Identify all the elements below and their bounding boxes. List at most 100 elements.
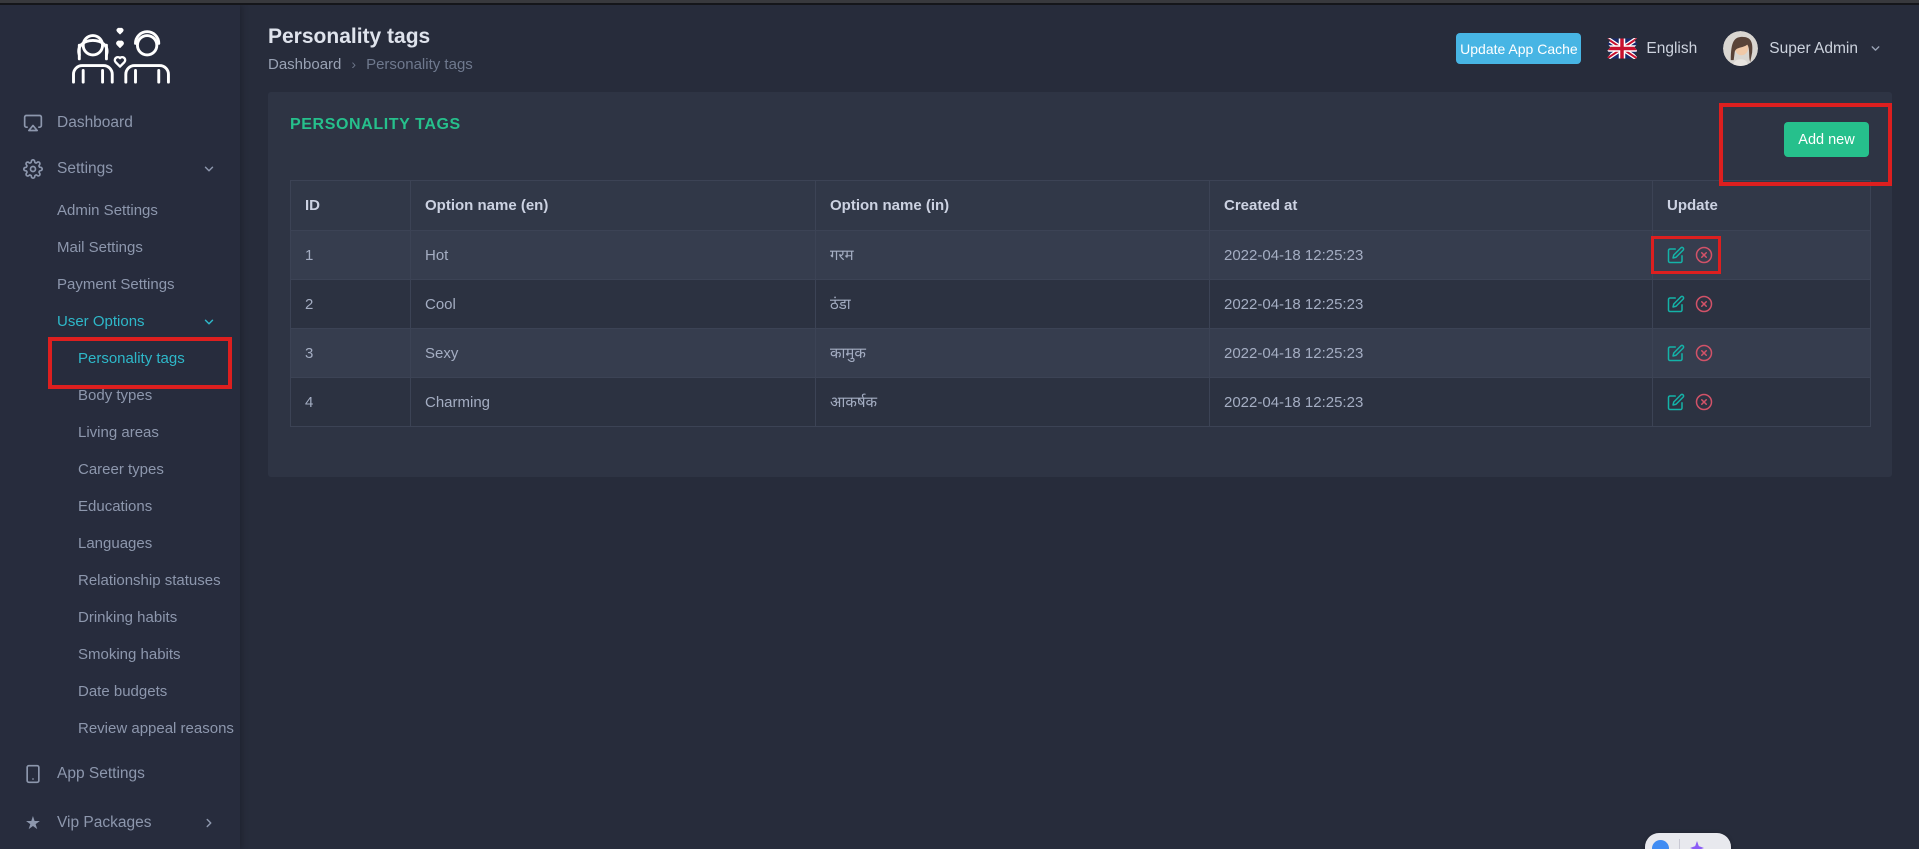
sidebar-item-smoking-habits[interactable]: Smoking habits (0, 636, 240, 673)
sidebar-item-payment-settings[interactable]: Payment Settings (0, 266, 240, 303)
cell-option-en: Cool (411, 280, 816, 329)
couple-logo-icon (61, 22, 179, 84)
airplay-icon (23, 113, 43, 133)
main-area: Personality tags Dashboard › Personality… (240, 5, 1919, 849)
user-name: Super Admin (1769, 40, 1858, 58)
cell-created-at: 2022-04-18 12:25:23 (1210, 378, 1653, 427)
chevron-down-icon (202, 315, 216, 329)
chevron-down-icon (1869, 42, 1882, 55)
sidebar-item-career-types[interactable]: Career types (0, 451, 240, 488)
column-header-update: Update (1653, 181, 1871, 231)
avatar (1723, 31, 1758, 66)
sidebar-item-label: Body types (78, 387, 152, 404)
sidebar-item-label: Personality tags (78, 350, 185, 367)
sidebar-item-drinking-habits[interactable]: Drinking habits (0, 599, 240, 636)
edit-icon[interactable] (1667, 246, 1685, 264)
app-logo[interactable] (0, 5, 240, 100)
breadcrumb: Dashboard › Personality tags (268, 56, 473, 73)
cell-option-en: Charming (411, 378, 816, 427)
sidebar-item-settings[interactable]: Settings (0, 146, 240, 192)
cell-created-at: 2022-04-18 12:25:23 (1210, 231, 1653, 280)
sidebar-item-review-appeal-reasons[interactable]: Review appeal reasons (0, 710, 240, 747)
sidebar-item-mail-settings[interactable]: Mail Settings (0, 229, 240, 266)
table-row: 3 Sexy कामुक 2022-04-18 12:25:23 (291, 329, 1871, 378)
delete-icon[interactable] (1695, 393, 1713, 411)
sidebar-item-personality-tags[interactable]: Personality tags (0, 340, 240, 377)
edit-icon[interactable] (1667, 295, 1685, 313)
sidebar-item-dashboard[interactable]: Dashboard (0, 100, 240, 146)
sidebar-item-label: Vip Packages (57, 814, 152, 832)
sidebar-item-label: Dashboard (57, 114, 133, 132)
table-header-row: ID Option name (en) Option name (in) Cre… (291, 181, 1871, 231)
chat-widget-divider (1679, 839, 1680, 849)
sidebar-item-label: Educations (78, 498, 152, 515)
edit-icon[interactable] (1667, 344, 1685, 362)
breadcrumb-current: Personality tags (366, 56, 473, 73)
table-row: 2 Cool ठंडा 2022-04-18 12:25:23 (291, 280, 1871, 329)
cell-option-in: कामुक (816, 329, 1210, 378)
sidebar: Dashboard Settings Admin Settings Mail S… (0, 5, 240, 849)
sidebar-item-app-settings[interactable]: App Settings (0, 751, 240, 797)
gear-icon (23, 159, 43, 179)
star-icon: ★ (23, 813, 43, 833)
chevron-right-icon (202, 816, 216, 830)
sidebar-item-label: Smoking habits (78, 646, 181, 663)
chat-widget-blue-icon (1652, 840, 1669, 849)
topbar: Personality tags Dashboard › Personality… (240, 5, 1919, 92)
smartphone-icon (23, 764, 43, 784)
cell-option-in: ठंडा (816, 280, 1210, 329)
sidebar-item-label: Review appeal reasons (78, 720, 234, 737)
sidebar-item-label: Languages (78, 535, 152, 552)
sidebar-item-relationship-statuses[interactable]: Relationship statuses (0, 562, 240, 599)
chat-widget-purple-icon (1690, 841, 1704, 849)
cell-option-en: Sexy (411, 329, 816, 378)
cell-id: 1 (291, 231, 411, 280)
column-header-id: ID (291, 181, 411, 231)
personality-tags-table: ID Option name (en) Option name (in) Cre… (290, 180, 1871, 427)
language-selector[interactable]: English (1607, 38, 1697, 59)
column-header-created-at: Created at (1210, 181, 1653, 231)
update-app-cache-button[interactable]: Update App Cache (1456, 33, 1581, 64)
sidebar-item-label: App Settings (57, 765, 145, 783)
delete-icon[interactable] (1695, 246, 1713, 264)
sidebar-item-label: Mail Settings (57, 239, 143, 256)
page-header-block: Personality tags Dashboard › Personality… (268, 25, 473, 73)
sidebar-item-label: Living areas (78, 424, 159, 441)
sidebar-item-living-areas[interactable]: Living areas (0, 414, 240, 451)
add-new-button[interactable]: Add new (1784, 122, 1869, 157)
sidebar-item-languages[interactable]: Languages (0, 525, 240, 562)
cell-id: 3 (291, 329, 411, 378)
edit-icon[interactable] (1667, 393, 1685, 411)
sidebar-item-body-types[interactable]: Body types (0, 377, 240, 414)
delete-icon[interactable] (1695, 295, 1713, 313)
sidebar-item-admin-settings[interactable]: Admin Settings (0, 192, 240, 229)
sidebar-item-user-options[interactable]: User Options (0, 303, 240, 340)
sidebar-item-date-budgets[interactable]: Date budgets (0, 673, 240, 710)
table-row: 4 Charming आकर्षक 2022-04-18 12:25:23 (291, 378, 1871, 427)
chat-widget[interactable] (1645, 833, 1731, 849)
cell-option-in: आकर्षक (816, 378, 1210, 427)
cell-id: 4 (291, 378, 411, 427)
sidebar-item-label: Payment Settings (57, 276, 175, 293)
page-title: Personality tags (268, 25, 473, 49)
breadcrumb-separator: › (351, 56, 356, 72)
table-row: 1 Hot गरम 2022-04-18 12:25:23 (291, 231, 1871, 280)
sidebar-item-educations[interactable]: Educations (0, 488, 240, 525)
column-header-option-in: Option name (in) (816, 181, 1210, 231)
user-menu[interactable]: Super Admin (1723, 31, 1882, 66)
panel-heading: PERSONALITY TAGS (290, 116, 1870, 134)
column-header-option-en: Option name (en) (411, 181, 816, 231)
sidebar-nav: Dashboard Settings Admin Settings Mail S… (0, 100, 240, 846)
uk-flag-icon (1607, 38, 1637, 59)
sidebar-item-label: User Options (57, 313, 145, 330)
breadcrumb-home-link[interactable]: Dashboard (268, 56, 341, 73)
personality-tags-panel: PERSONALITY TAGS Add new ID Option name … (268, 92, 1892, 477)
topbar-right: Update App Cache English Sup (1456, 31, 1882, 66)
browser-chrome-strip (0, 0, 1919, 5)
sidebar-item-vip-packages[interactable]: ★ Vip Packages (0, 800, 240, 846)
cell-id: 2 (291, 280, 411, 329)
sidebar-item-label: Relationship statuses (78, 572, 221, 589)
delete-icon[interactable] (1695, 344, 1713, 362)
sidebar-item-label: Drinking habits (78, 609, 177, 626)
cell-option-in: गरम (816, 231, 1210, 280)
